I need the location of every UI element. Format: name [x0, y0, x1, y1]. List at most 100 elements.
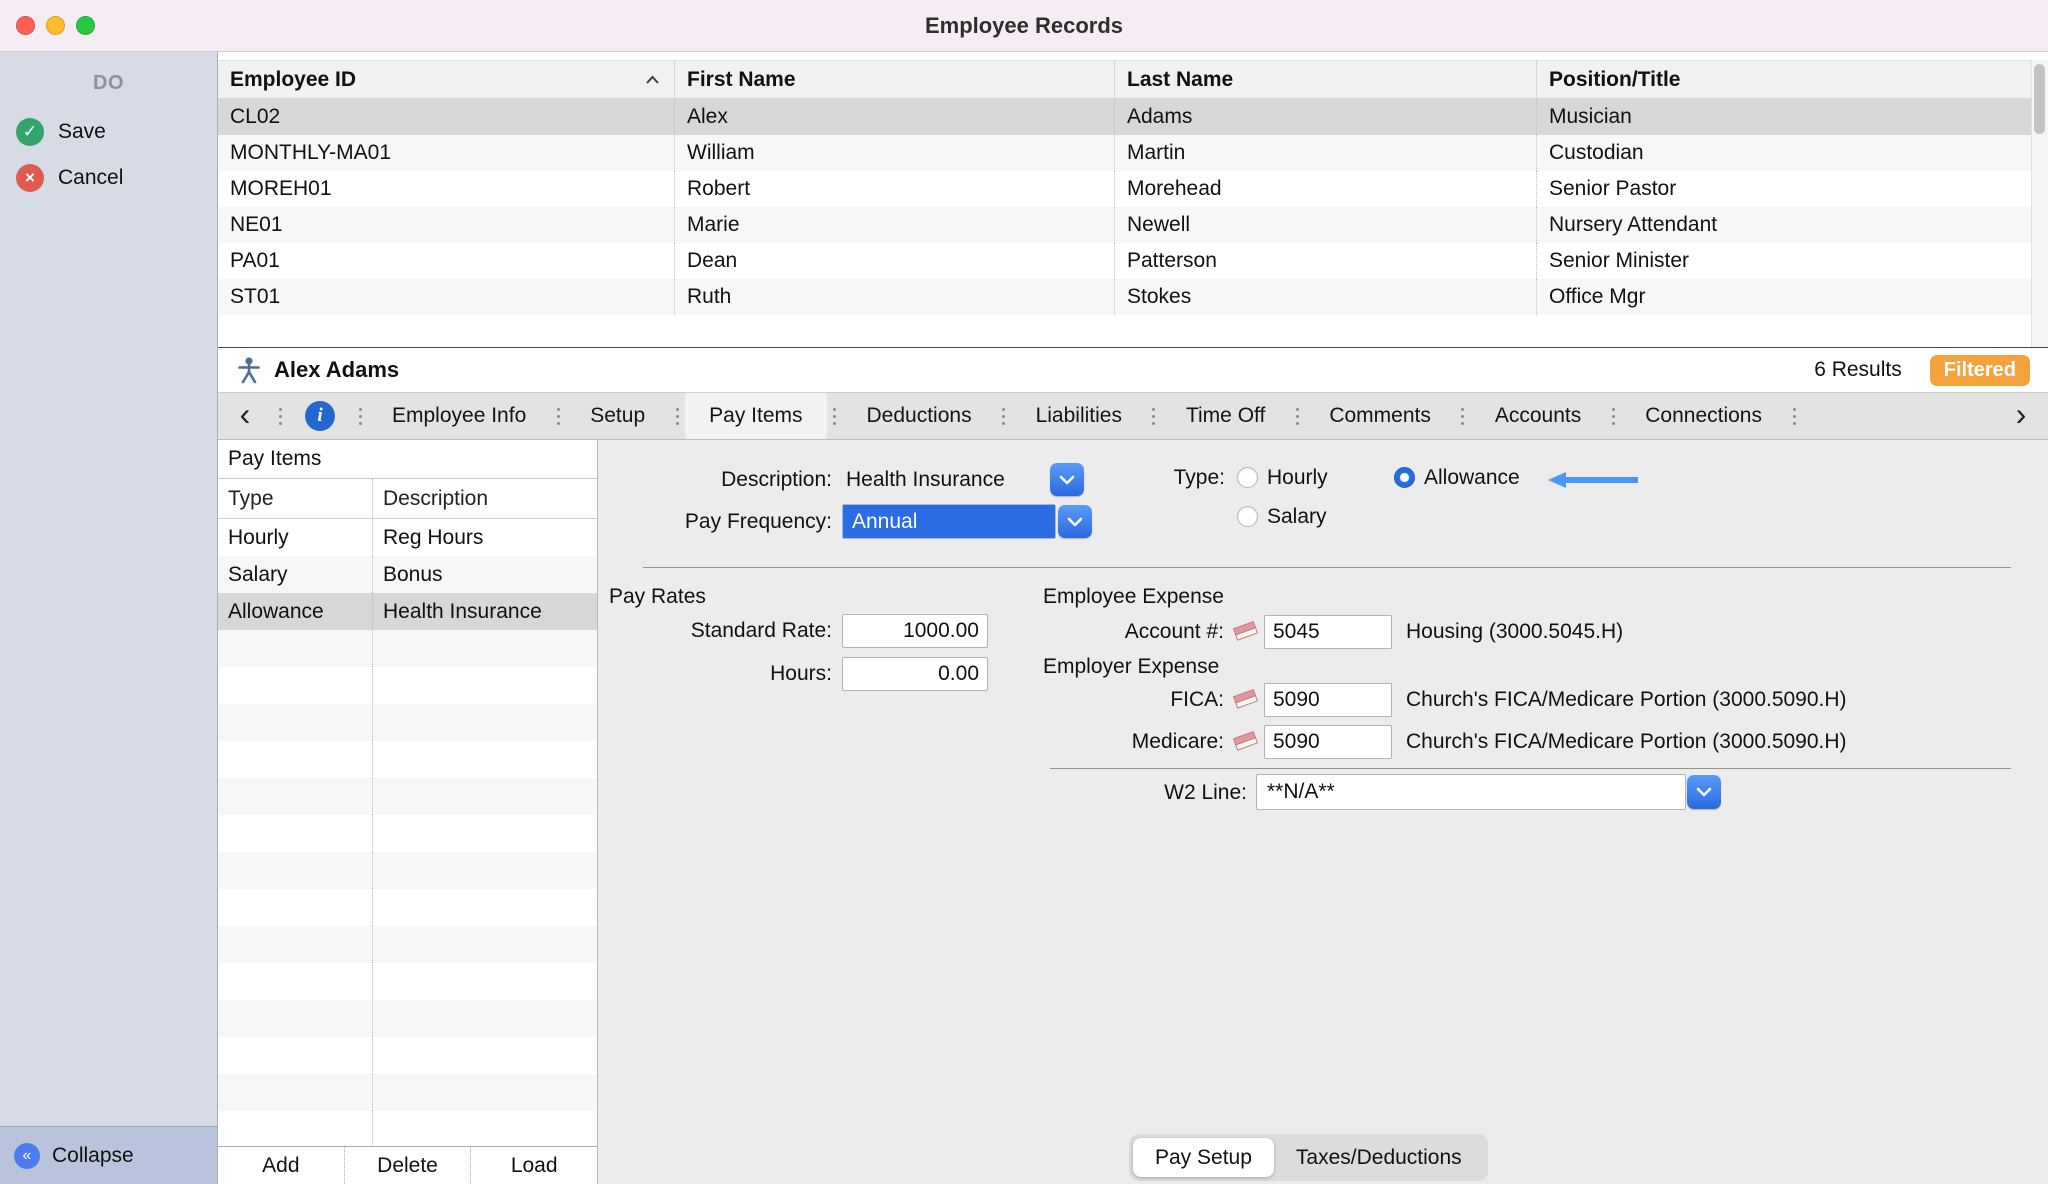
tab-connections[interactable]: Connections [1621, 393, 1786, 439]
pay-item-row-reg-hours[interactable]: HourlyReg Hours [218, 519, 597, 556]
employee-table-body: CL02AlexAdamsMusicianMONTHLY-MA01William… [218, 99, 2031, 315]
fica-lookup-eraser-icon[interactable] [1232, 688, 1259, 716]
medicare-account-input[interactable] [1264, 725, 1392, 759]
w2-line-dropdown-button[interactable] [1687, 775, 1721, 809]
bottom-tab-bar: Pay SetupTaxes/Deductions [1129, 1134, 1488, 1181]
person-icon [236, 356, 262, 384]
w2-line-value[interactable]: **N/A** [1256, 774, 1686, 810]
employee-cell: Alex [674, 99, 1114, 135]
description-dropdown-button[interactable] [1050, 463, 1084, 496]
employee-row-moreh01[interactable]: MOREH01RobertMoreheadSenior Pastor [218, 171, 2031, 207]
hours-input[interactable] [842, 657, 988, 691]
type-hourly-label: Hourly [1267, 466, 1328, 490]
radio-unchecked-icon [1237, 467, 1258, 488]
pay-item-row-health-insurance[interactable]: AllowanceHealth Insurance [218, 593, 597, 630]
tab-setup[interactable]: Setup [566, 393, 669, 439]
account-number-label: Account #: [998, 614, 1224, 649]
pay-frequency-dropdown-button[interactable] [1058, 505, 1092, 538]
pay-items-add-button[interactable]: Add [218, 1147, 344, 1184]
tab-liabilities[interactable]: Liabilities [1012, 393, 1146, 439]
pay-item-empty-row [218, 815, 597, 852]
w2-line-label: W2 Line: [1013, 774, 1247, 812]
employee-row-st01[interactable]: ST01RuthStokesOffice Mgr [218, 279, 2031, 315]
tab-separator [550, 393, 566, 439]
tab-separator [1605, 393, 1621, 439]
type-radio-salary[interactable]: Salary [1237, 499, 1327, 534]
type-radio-allowance[interactable]: Allowance [1394, 460, 1520, 495]
pay-item-type: Salary [218, 556, 372, 593]
pay-item-description: Bonus [372, 556, 597, 593]
employee-expense-heading: Employee Expense [1043, 579, 1224, 614]
tab-comments[interactable]: Comments [1305, 393, 1455, 439]
record-header-bar: Alex Adams 6 Results Filtered [218, 348, 2048, 393]
pay-item-description: Reg Hours [372, 519, 597, 556]
standard-rate-input[interactable] [842, 614, 988, 648]
employee-row-ne01[interactable]: NE01MarieNewellNursery Attendant [218, 207, 2031, 243]
tab-employee-info[interactable]: Employee Info [368, 393, 550, 439]
pay-frequency-value[interactable]: Annual [842, 504, 1056, 539]
employee-cell: CL02 [218, 99, 674, 135]
column-header-position-title[interactable]: Position/Title [1536, 61, 2031, 98]
account-number-input[interactable] [1264, 615, 1392, 649]
bottom-tab-pay-setup[interactable]: Pay Setup [1133, 1138, 1274, 1177]
employee-records-window: Employee Records DO ✓ Save × Cancel « Co… [0, 0, 2048, 1184]
employee-cell: Robert [674, 171, 1114, 207]
scrollbar-thumb[interactable] [2034, 64, 2045, 134]
column-header-employee-id[interactable]: Employee ID [218, 61, 674, 98]
save-button[interactable]: ✓ Save [0, 109, 217, 155]
employee-row-pa01[interactable]: PA01DeanPattersonSenior Minister [218, 243, 2031, 279]
employee-cell: Dean [674, 243, 1114, 279]
employee-row-cl02[interactable]: CL02AlexAdamsMusician [218, 99, 2031, 135]
pay-item-detail-form: Description: Health Insurance Pay Freque… [598, 440, 2048, 1184]
employee-cell: PA01 [218, 243, 674, 279]
employee-cell: Adams [1114, 99, 1536, 135]
zoom-window-button[interactable] [76, 16, 95, 35]
collapse-chevron-icon: « [14, 1143, 40, 1169]
sidebar: DO ✓ Save × Cancel « Collapse [0, 52, 218, 1184]
account-lookup-eraser-icon[interactable] [1232, 620, 1259, 648]
close-window-button[interactable] [16, 16, 35, 35]
employer-expense-heading: Employer Expense [1043, 649, 1219, 684]
tab-pay-items[interactable]: Pay Items [685, 393, 826, 439]
column-header-first-name[interactable]: First Name [674, 61, 1114, 98]
employee-cell: MONTHLY-MA01 [218, 135, 674, 171]
sort-ascending-icon [645, 75, 660, 85]
pay-item-empty-row [218, 963, 597, 1000]
collapse-sidebar-button[interactable]: « Collapse [0, 1126, 217, 1184]
pay-item-row-bonus[interactable]: SalaryBonus [218, 556, 597, 593]
employee-cell: William [674, 135, 1114, 171]
cancel-button-label: Cancel [58, 166, 123, 190]
pay-items-delete-button[interactable]: Delete [344, 1147, 471, 1184]
tab-deductions[interactable]: Deductions [843, 393, 996, 439]
employee-table-scrollbar[interactable] [2031, 60, 2048, 347]
pay-item-type: Hourly [218, 519, 372, 556]
tab-time-off[interactable]: Time Off [1162, 393, 1289, 439]
minimize-window-button[interactable] [46, 16, 65, 35]
tab-scroll-right-button[interactable]: › [1994, 393, 2048, 439]
pay-column-header-type: Type [218, 479, 372, 518]
bottom-tab-taxes-deductions[interactable]: Taxes/Deductions [1274, 1138, 1484, 1177]
medicare-lookup-eraser-icon[interactable] [1232, 730, 1259, 758]
cancel-x-icon: × [16, 164, 44, 192]
record-info-button[interactable]: i [288, 393, 352, 439]
column-header-label: Employee ID [230, 68, 356, 92]
pay-item-empty-row [218, 741, 597, 778]
hours-label: Hours: [598, 656, 832, 691]
pay-item-empty-row [218, 1074, 597, 1111]
info-icon: i [305, 401, 335, 431]
column-header-last-name[interactable]: Last Name [1114, 61, 1536, 98]
filtered-badge[interactable]: Filtered [1930, 355, 2030, 386]
employee-cell: MOREH01 [218, 171, 674, 207]
pay-item-empty-row [218, 1111, 597, 1146]
tab-accounts[interactable]: Accounts [1471, 393, 1605, 439]
fica-account-input[interactable] [1264, 683, 1392, 717]
pay-items-load-button[interactable]: Load [470, 1147, 597, 1184]
employee-row-monthly-ma01[interactable]: MONTHLY-MA01WilliamMartinCustodian [218, 135, 2031, 171]
pay-item-empty-row [218, 630, 597, 667]
pay-item-empty-row [218, 704, 597, 741]
description-value: Health Insurance [846, 462, 1005, 497]
type-radio-hourly[interactable]: Hourly [1237, 460, 1328, 495]
tab-scroll-left-button[interactable]: ‹ [218, 393, 272, 439]
cancel-button[interactable]: × Cancel [0, 155, 217, 201]
employee-cell: Stokes [1114, 279, 1536, 315]
